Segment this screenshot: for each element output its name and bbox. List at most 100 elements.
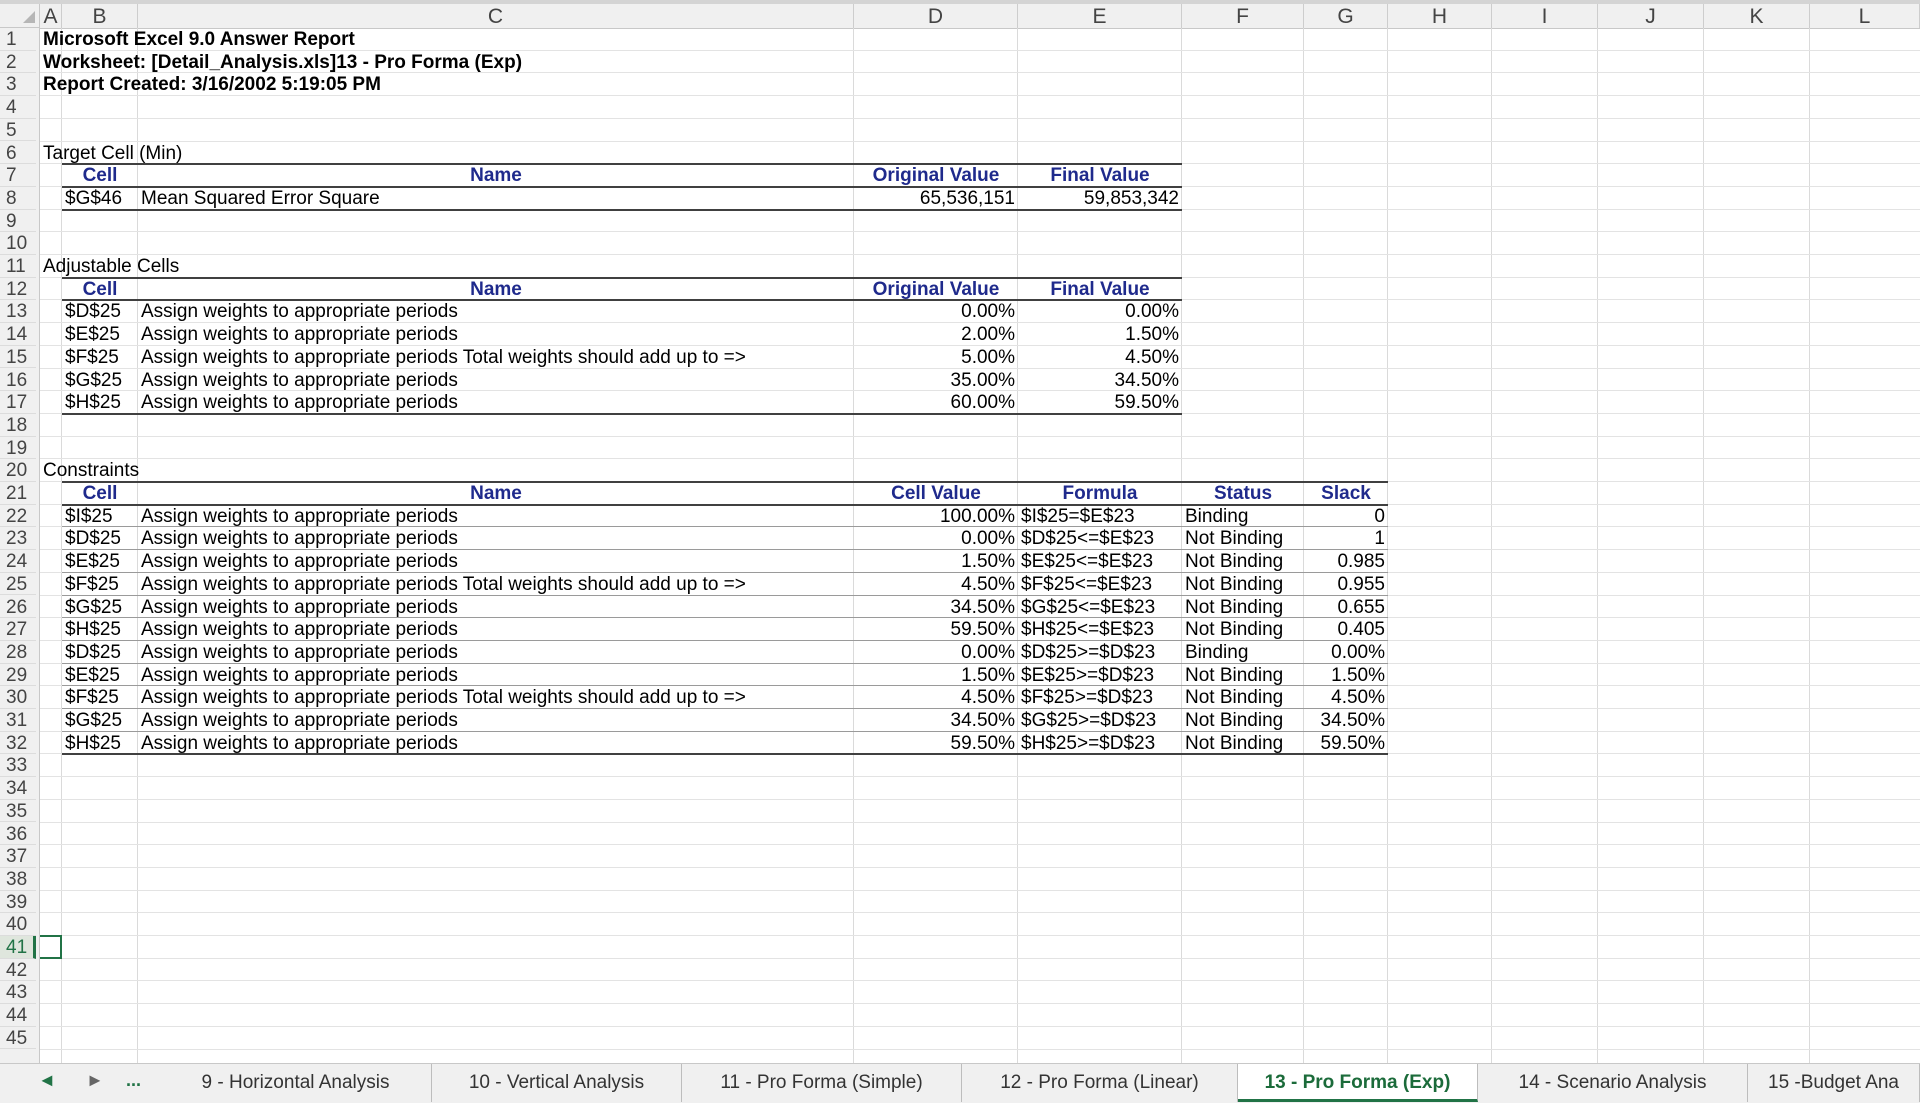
target-cell-ref[interactable]: $G$46	[62, 187, 138, 210]
column-header-f[interactable]: F	[1182, 4, 1304, 28]
row-header-23[interactable]: 23	[0, 527, 36, 551]
constraint-cell-value[interactable]: 59.50%	[854, 732, 1018, 755]
adjustable-original-value[interactable]: 60.00%	[854, 391, 1018, 414]
target-section-title[interactable]: Target Cell (Min)	[40, 142, 182, 165]
row-header-10[interactable]: 10	[0, 232, 36, 255]
constraints-section-title[interactable]: Constraints	[40, 459, 139, 482]
adjustable-final-value[interactable]: 59.50%	[1018, 391, 1182, 414]
target-final-value[interactable]: 59,853,342	[1018, 187, 1182, 210]
adjustable-final-value[interactable]: 0.00%	[1018, 300, 1182, 323]
constraint-name[interactable]: Assign weights to appropriate periods	[138, 505, 854, 528]
target-name[interactable]: Mean Squared Error Square	[138, 187, 854, 210]
constraint-formula[interactable]: $H$25>=$D$23	[1018, 732, 1182, 755]
column-header-d[interactable]: D	[854, 4, 1018, 28]
adjustable-final-value[interactable]: 1.50%	[1018, 323, 1182, 346]
constraint-cell-ref[interactable]: $H$25	[62, 618, 138, 641]
constraint-formula[interactable]: $I$25=$E$23	[1018, 505, 1182, 528]
constraint-name[interactable]: Assign weights to appropriate periods	[138, 550, 854, 573]
row-header-30[interactable]: 30	[0, 686, 36, 709]
constraint-formula[interactable]: $D$25>=$D$23	[1018, 641, 1182, 664]
column-header-h[interactable]: H	[1388, 4, 1492, 28]
constraint-status[interactable]: Binding	[1182, 505, 1304, 528]
constraint-formula[interactable]: $G$25<=$E$23	[1018, 596, 1182, 619]
constraint-cell-value[interactable]: 1.50%	[854, 550, 1018, 573]
adjustable-cell-ref[interactable]: $E$25	[62, 323, 138, 346]
row-header-42[interactable]: 42	[0, 959, 36, 982]
row-header-15[interactable]: 15	[0, 346, 36, 369]
constraint-formula[interactable]: $F$25<=$E$23	[1018, 573, 1182, 596]
active-cell-a41[interactable]	[40, 935, 62, 959]
constraint-cell-value[interactable]: 1.50%	[854, 664, 1018, 687]
row-header-11[interactable]: 11	[0, 255, 36, 278]
report-worksheet[interactable]: Worksheet: [Detail_Analysis.xls]13 - Pro…	[40, 51, 522, 74]
constraint-status[interactable]: Not Binding	[1182, 732, 1304, 755]
row-header-4[interactable]: 4	[0, 96, 36, 119]
sheet-tab[interactable]: 12 - Pro Forma (Linear)	[962, 1064, 1238, 1102]
row-header-43[interactable]: 43	[0, 981, 36, 1005]
constraint-status[interactable]: Not Binding	[1182, 618, 1304, 641]
constraint-cell-ref[interactable]: $I$25	[62, 505, 138, 528]
constraint-cell-value[interactable]: 0.00%	[854, 527, 1018, 550]
row-header-13[interactable]: 13	[0, 300, 36, 324]
constraint-slack[interactable]: 1	[1304, 527, 1388, 550]
constraint-cell-value[interactable]: 34.50%	[854, 709, 1018, 732]
sheet-tab[interactable]: 14 - Scenario Analysis	[1478, 1064, 1748, 1102]
row-header-18[interactable]: 18	[0, 414, 36, 437]
row-header-6[interactable]: 6	[0, 142, 36, 165]
constraint-cell-value[interactable]: 34.50%	[854, 596, 1018, 619]
row-header-31[interactable]: 31	[0, 709, 36, 732]
constraint-slack[interactable]: 4.50%	[1304, 686, 1388, 709]
report-created[interactable]: Report Created: 3/16/2002 5:19:05 PM	[40, 73, 381, 96]
constraint-formula[interactable]: $E$25>=$D$23	[1018, 664, 1182, 687]
column-header-a[interactable]: A	[40, 4, 62, 28]
constraint-formula[interactable]: $E$25<=$E$23	[1018, 550, 1182, 573]
sheet-tab[interactable]: 13 - Pro Forma (Exp)	[1238, 1064, 1478, 1102]
target-header-name[interactable]: Name	[138, 164, 854, 187]
row-header-32[interactable]: 32	[0, 732, 36, 755]
constraint-cell-ref[interactable]: $E$25	[62, 664, 138, 687]
row-header-37[interactable]: 37	[0, 845, 36, 868]
sheet-tab[interactable]: 10 - Vertical Analysis	[432, 1064, 682, 1102]
row-header-27[interactable]: 27	[0, 618, 36, 641]
adjustable-header-final[interactable]: Final Value	[1018, 278, 1182, 301]
constraint-name[interactable]: Assign weights to appropriate periods To…	[138, 686, 854, 709]
adjustable-name[interactable]: Assign weights to appropriate periods	[138, 323, 854, 346]
constraints-header-cell[interactable]: Cell	[62, 482, 138, 505]
row-header-1[interactable]: 1	[0, 28, 36, 51]
constraint-name[interactable]: Assign weights to appropriate periods	[138, 641, 854, 664]
row-header-8[interactable]: 8	[0, 187, 36, 210]
row-header-34[interactable]: 34	[0, 777, 36, 800]
row-header-24[interactable]: 24	[0, 550, 36, 573]
constraint-cell-value[interactable]: 59.50%	[854, 618, 1018, 641]
constraint-cell-value[interactable]: 4.50%	[854, 573, 1018, 596]
row-header-25[interactable]: 25	[0, 573, 36, 596]
constraint-status[interactable]: Not Binding	[1182, 686, 1304, 709]
constraint-name[interactable]: Assign weights to appropriate periods To…	[138, 573, 854, 596]
constraint-cell-value[interactable]: 4.50%	[854, 686, 1018, 709]
row-header-29[interactable]: 29	[0, 664, 36, 687]
target-header-cell[interactable]: Cell	[62, 164, 138, 187]
adjustable-name[interactable]: Assign weights to appropriate periods	[138, 391, 854, 414]
adjustable-section-title[interactable]: Adjustable Cells	[40, 255, 179, 278]
adjustable-cell-ref[interactable]: $G$25	[62, 369, 138, 392]
constraint-cell-ref[interactable]: $H$25	[62, 732, 138, 755]
adjustable-cell-ref[interactable]: $F$25	[62, 346, 138, 369]
constraint-name[interactable]: Assign weights to appropriate periods	[138, 618, 854, 641]
row-header-16[interactable]: 16	[0, 369, 36, 392]
constraints-header-slack[interactable]: Slack	[1304, 482, 1388, 505]
constraints-header-value[interactable]: Cell Value	[854, 482, 1018, 505]
row-header-14[interactable]: 14	[0, 323, 36, 346]
constraint-cell-ref[interactable]: $G$25	[62, 596, 138, 619]
constraint-slack[interactable]: 0.985	[1304, 550, 1388, 573]
row-header-28[interactable]: 28	[0, 641, 36, 664]
constraint-slack[interactable]: 0.955	[1304, 573, 1388, 596]
adjustable-header-name[interactable]: Name	[138, 278, 854, 301]
row-header-5[interactable]: 5	[0, 119, 36, 142]
constraints-header-status[interactable]: Status	[1182, 482, 1304, 505]
constraint-status[interactable]: Not Binding	[1182, 573, 1304, 596]
constraint-cell-value[interactable]: 0.00%	[854, 641, 1018, 664]
row-header-39[interactable]: 39	[0, 891, 36, 914]
row-header-21[interactable]: 21	[0, 482, 36, 505]
sheet-grid[interactable]: Microsoft Excel 9.0 Answer Report Workshe…	[40, 28, 1920, 1063]
constraint-name[interactable]: Assign weights to appropriate periods	[138, 527, 854, 550]
